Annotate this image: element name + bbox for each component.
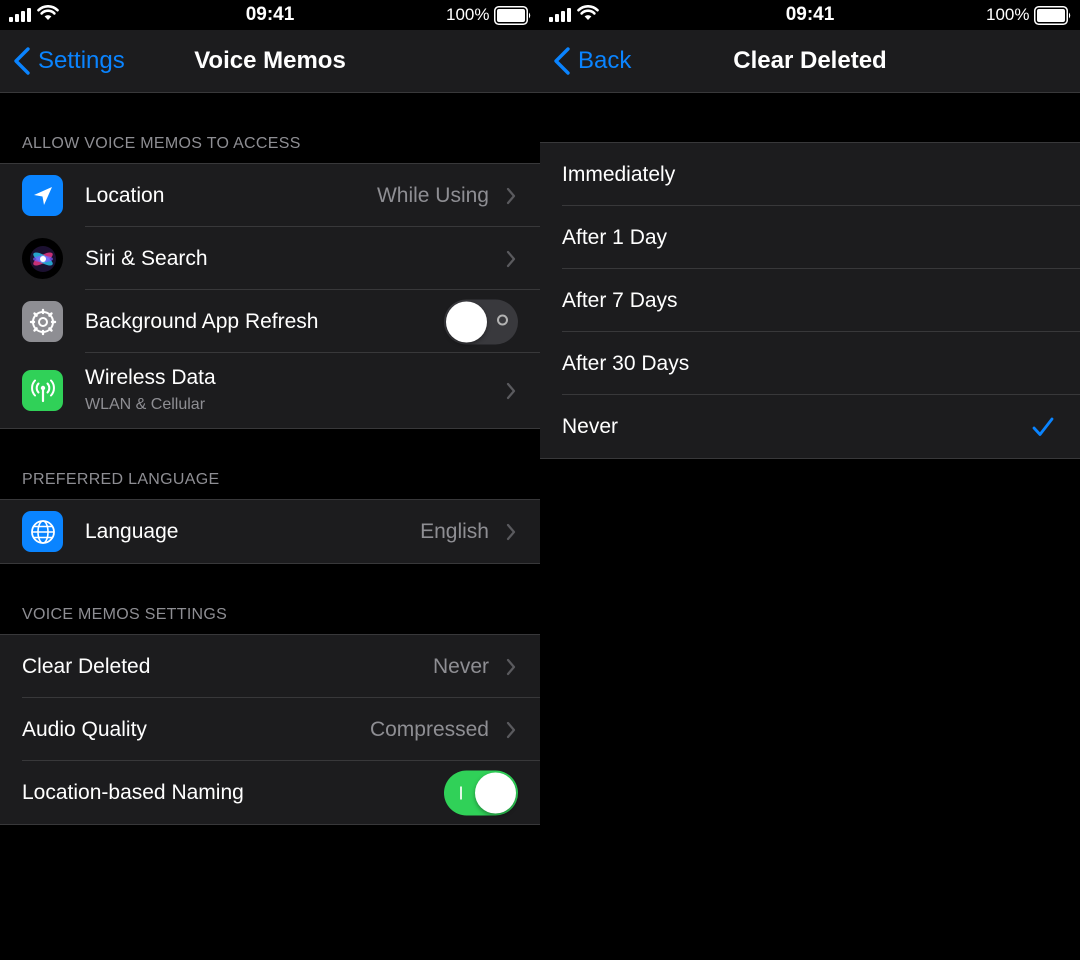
toggle-off-mark [497,314,508,325]
location-value: While Using [376,183,489,207]
access-group: Location While Using Siri & Search Backg… [0,163,540,429]
audio-quality-value: Compressed [369,717,489,741]
location-label: Location [85,183,165,207]
toggle-knob [446,301,487,342]
battery-percentage: 100% [446,5,490,24]
section-header-settings: VOICE MEMOS SETTINGS [22,606,228,623]
battery-icon [494,6,531,25]
nav-bar: Settings Voice Memos [0,30,540,93]
background-refresh-row: Background App Refresh [0,290,540,353]
background-refresh-label: Background App Refresh [85,309,319,333]
background-refresh-toggle[interactable] [444,299,518,344]
location-naming-row: Location-based Naming [0,761,540,824]
page-title: Voice Memos [194,47,346,74]
globe-icon [22,511,63,552]
checkmark-icon [1032,417,1054,436]
option-row-selected[interactable]: Never [540,395,1080,458]
option-label: Never [562,414,619,438]
siri-search-label: Siri & Search [85,246,208,270]
status-bar: 09:41 100% [540,0,1080,30]
gear-icon [22,301,63,342]
siri-icon [22,238,63,279]
option-label: Immediately [562,162,676,186]
antenna-icon [22,370,63,411]
option-row[interactable]: After 1 Day [540,206,1080,269]
option-label: After 1 Day [562,225,668,249]
siri-search-row[interactable]: Siri & Search [0,227,540,290]
section-header-language: PREFERRED LANGUAGE [22,471,220,488]
location-row[interactable]: Location While Using [0,164,540,227]
battery-icon [1034,6,1071,25]
language-label: Language [85,519,179,543]
chevron-right-icon [506,658,516,675]
option-label: After 30 Days [562,351,690,375]
chevron-right-icon [506,721,516,738]
location-naming-label: Location-based Naming [22,780,244,804]
language-group: Language English [0,499,540,564]
language-row[interactable]: Language English [0,500,540,563]
chevron-right-icon [506,523,516,540]
option-label: After 7 Days [562,288,678,312]
clear-deleted-options: Immediately After 1 Day After 7 Days Aft… [540,142,1080,459]
chevron-right-icon [506,250,516,267]
location-arrow-icon [22,175,63,216]
toggle-knob [475,772,516,813]
section-header-access: ALLOW VOICE MEMOS TO ACCESS [22,135,301,152]
chevron-right-icon [506,382,516,399]
battery-percentage: 100% [986,5,1030,24]
option-row[interactable]: After 7 Days [540,269,1080,332]
audio-quality-label: Audio Quality [22,717,147,741]
chevron-right-icon [506,187,516,204]
clear-deleted-row[interactable]: Clear Deleted Never [0,635,540,698]
status-bar: 09:41 100% [0,0,540,30]
clear-deleted-screen: 09:41 100% Back Clear Deleted Immediatel… [540,0,1080,960]
audio-quality-row[interactable]: Audio Quality Compressed [0,698,540,761]
language-value: English [420,519,489,543]
wireless-data-sublabel: WLAN & Cellular [85,396,206,413]
location-naming-toggle[interactable] [444,770,518,815]
clear-deleted-label: Clear Deleted [22,654,151,678]
wireless-data-row[interactable]: Wireless Data WLAN & Cellular [0,353,540,428]
option-row[interactable]: After 30 Days [540,332,1080,395]
page-title: Clear Deleted [733,47,887,74]
clear-deleted-value: Never [432,654,489,678]
nav-bar: Back Clear Deleted [540,30,1080,93]
wireless-data-label: Wireless Data [85,366,216,389]
toggle-on-mark [460,786,462,799]
option-row[interactable]: Immediately [540,143,1080,206]
settings-group: Clear Deleted Never Audio Quality Compre… [0,634,540,825]
voice-memos-screen: 09:41 100% Settings Voice Memos ALLOW VO… [0,0,540,960]
